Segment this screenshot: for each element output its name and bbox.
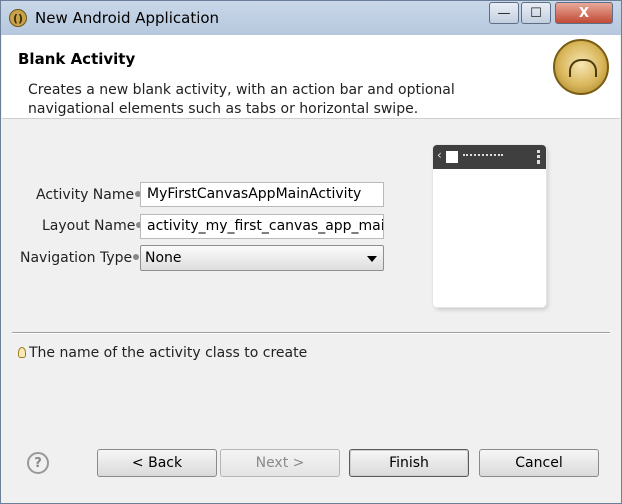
layout-name-label: Layout Name	[42, 218, 143, 234]
overflow-menu-icon	[537, 150, 540, 164]
navigation-type-select[interactable]: None	[140, 245, 384, 271]
chevron-down-icon	[367, 256, 377, 262]
title-squiggle-icon	[463, 154, 503, 160]
close-button[interactable]: X	[555, 2, 613, 24]
app-square-icon	[446, 151, 458, 163]
activity-name-label: Activity Name	[36, 187, 142, 203]
dialog-window: () New Android Application — ☐ X Blank A…	[0, 0, 622, 504]
page-description: Creates a new blank activity, with an ac…	[28, 82, 455, 117]
lightbulb-icon	[18, 347, 26, 358]
minimize-button[interactable]: —	[489, 2, 519, 24]
separator	[12, 332, 610, 334]
navigation-type-value: None	[145, 250, 182, 266]
cancel-button[interactable]: Cancel	[479, 449, 599, 477]
maximize-button[interactable]: ☐	[521, 2, 551, 24]
page-title: Blank Activity	[18, 50, 136, 68]
finish-button[interactable]: Finish	[349, 449, 469, 477]
android-logo-icon	[553, 39, 609, 95]
wizard-body: Activity Name MyFirstCanvasAppMainActivi…	[2, 119, 620, 503]
title-bar[interactable]: () New Android Application — ☐ X	[1, 1, 621, 35]
navigation-type-label: Navigation Type	[20, 250, 140, 266]
window-title: New Android Application	[35, 9, 220, 27]
info-icon	[133, 254, 140, 260]
hint-message: The name of the activity class to create	[18, 345, 307, 361]
wizard-header: Blank Activity Creates a new blank activ…	[2, 35, 620, 119]
back-caret-icon: ‹	[437, 148, 442, 162]
activity-name-field[interactable]: MyFirstCanvasAppMainActivity	[140, 182, 384, 207]
app-icon: ()	[9, 9, 27, 27]
next-button[interactable]: Next >	[220, 449, 340, 477]
back-button[interactable]: < Back	[97, 449, 217, 477]
layout-name-field[interactable]: activity_my_first_canvas_app_main	[140, 214, 384, 239]
help-button[interactable]: ?	[27, 452, 49, 474]
activity-preview: ‹	[433, 145, 546, 307]
preview-action-bar: ‹	[433, 145, 546, 169]
